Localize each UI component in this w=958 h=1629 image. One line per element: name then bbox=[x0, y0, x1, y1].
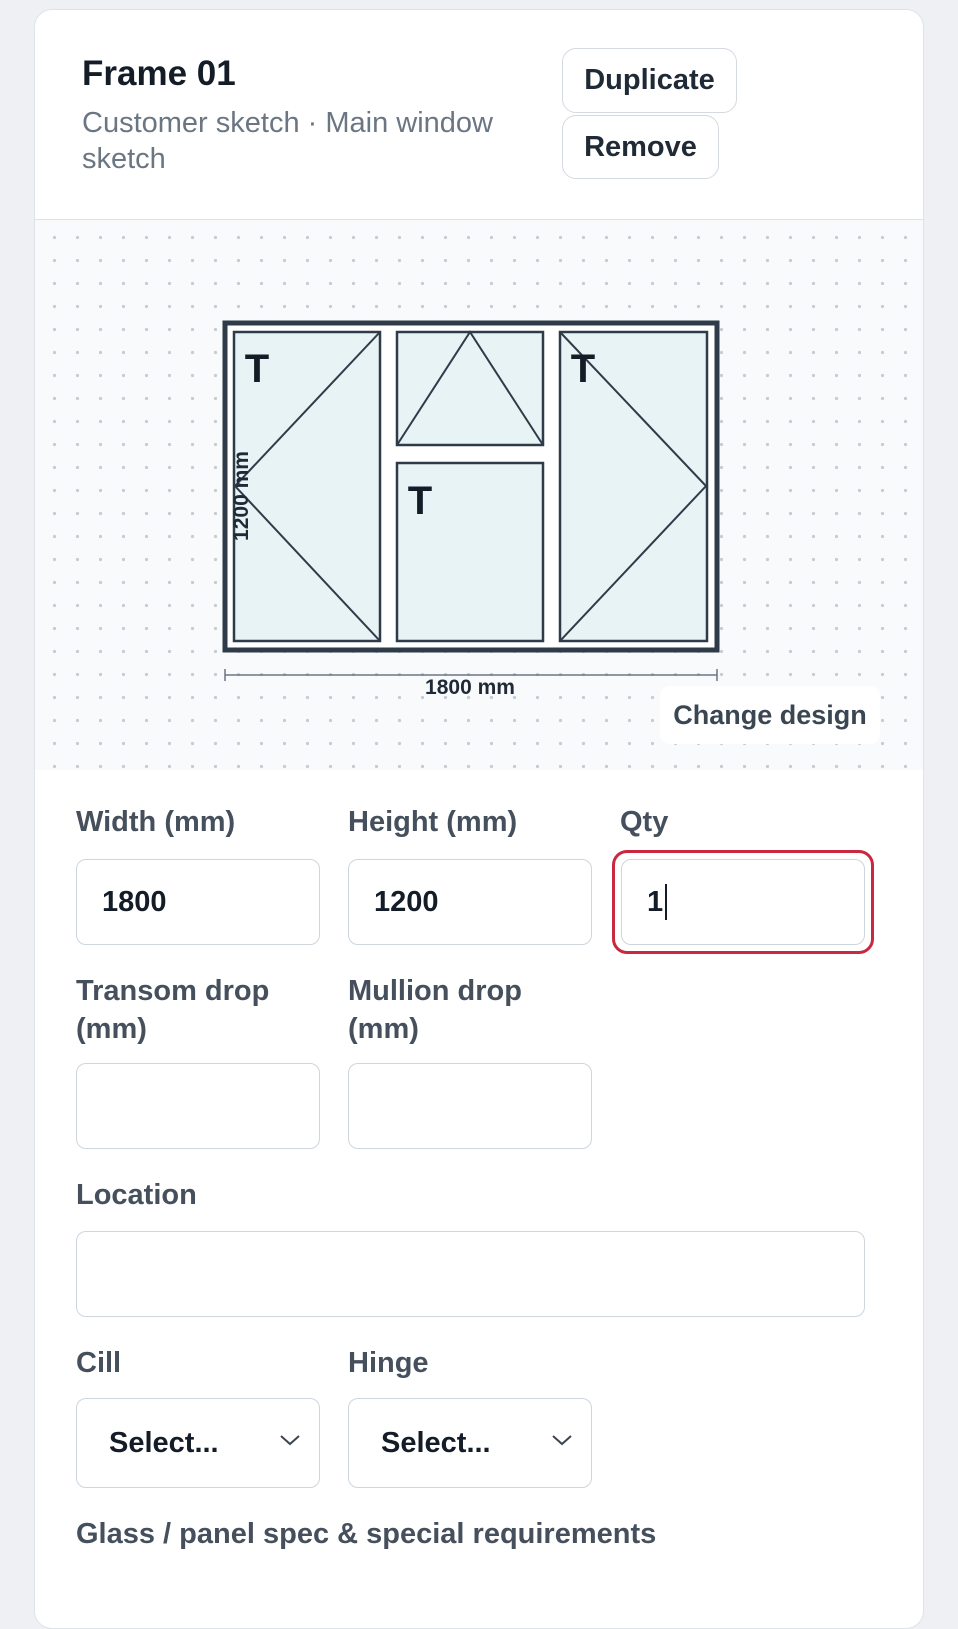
glass-spec-label: Glass / panel spec & special requirement… bbox=[76, 1518, 657, 1550]
sash-marker-left: T bbox=[245, 347, 269, 391]
chevron-down-icon bbox=[280, 1435, 300, 1446]
location-input[interactable] bbox=[76, 1231, 865, 1317]
height-dimension-label: 1200 mm bbox=[230, 451, 253, 541]
qty-label: Qty bbox=[620, 806, 669, 838]
chevron-down-icon bbox=[552, 1435, 572, 1446]
sash-marker-right: T bbox=[571, 347, 595, 391]
sash-marker-middle: T bbox=[408, 479, 432, 523]
width-dimension-label: 1800 mm bbox=[425, 676, 515, 699]
cill-select[interactable]: Select... bbox=[76, 1398, 320, 1488]
frame-subtitle: Customer sketch · Main window sketch bbox=[82, 107, 493, 175]
width-input[interactable]: 1800 bbox=[76, 859, 320, 945]
hinge-label: Hinge bbox=[348, 1347, 429, 1379]
cill-select-value: Select... bbox=[109, 1426, 219, 1459]
qty-focus-ring: 1 bbox=[612, 850, 874, 954]
transom-drop-input[interactable] bbox=[76, 1063, 320, 1149]
frame-title: Frame 01 bbox=[82, 54, 236, 93]
mullion-drop-label: Mullion drop (mm) bbox=[348, 975, 522, 1045]
qty-value: 1 bbox=[647, 885, 664, 918]
change-design-button[interactable]: Change design bbox=[660, 686, 880, 744]
cill-label: Cill bbox=[76, 1347, 122, 1379]
width-label: Width (mm) bbox=[76, 806, 236, 838]
window-sketch-area: T T T 1200 mm 1800 mm Change design bbox=[35, 220, 923, 770]
frame-card: Frame 01 Customer sketch · Main window s… bbox=[34, 9, 924, 1629]
location-label: Location bbox=[76, 1179, 197, 1211]
hinge-select[interactable]: Select... bbox=[348, 1398, 592, 1488]
mullion-drop-input[interactable] bbox=[348, 1063, 592, 1149]
remove-button[interactable]: Remove bbox=[562, 115, 719, 179]
top-middle-sash bbox=[395, 330, 545, 447]
duplicate-button[interactable]: Duplicate bbox=[562, 48, 737, 113]
hinge-select-value: Select... bbox=[381, 1426, 491, 1459]
frame-header: Frame 01 Customer sketch · Main window s… bbox=[35, 10, 923, 220]
text-caret bbox=[665, 884, 668, 920]
height-label: Height (mm) bbox=[348, 806, 518, 838]
transom-drop-label: Transom drop (mm) bbox=[76, 975, 270, 1045]
height-input[interactable]: 1200 bbox=[348, 859, 592, 945]
qty-input[interactable]: 1 bbox=[621, 859, 865, 945]
